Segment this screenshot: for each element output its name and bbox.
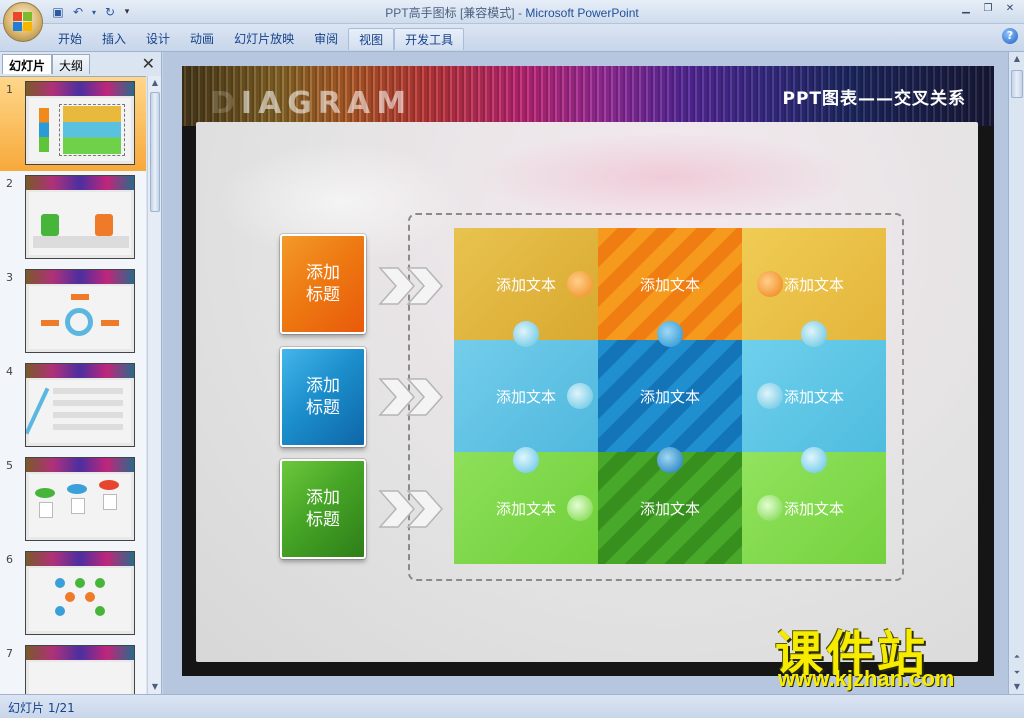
thumbnail-number: 7 — [6, 647, 13, 660]
thumbnail-number: 5 — [6, 459, 13, 472]
slides-panel: 幻灯片 大纲 ✕ 1 2 3 4 5 6 7 ▲ ▼ — [0, 52, 162, 694]
tab-view[interactable]: 视图 — [348, 28, 395, 50]
cell-text: 添加文本 — [639, 275, 700, 294]
row-label-text: 添加 标题 — [306, 263, 340, 305]
row-label-2[interactable]: 添加 标题 — [280, 347, 366, 447]
thumbnail-number: 2 — [6, 177, 13, 190]
scrollbar-thumb[interactable] — [150, 92, 160, 212]
previous-slide-icon[interactable]: ⏶ — [1009, 650, 1024, 664]
window-title: PPT高手图标 [兼容模式] - Microsoft PowerPoint — [0, 4, 1024, 21]
title-separator: - — [517, 6, 522, 20]
chevron-arrow-icon — [378, 378, 444, 416]
slide-title[interactable]: PPT图表——交叉关系 — [782, 84, 966, 109]
row-label-1[interactable]: 添加 标题 — [280, 234, 366, 334]
tab-outline[interactable]: 大纲 — [52, 54, 91, 74]
close-icon[interactable]: ✕ — [1000, 2, 1020, 16]
row-label-3[interactable]: 添加 标题 — [280, 459, 366, 559]
editor-scrollbar[interactable]: ▲ ⏶ ⏷ ▼ — [1008, 52, 1024, 694]
status-bar: 幻灯片 1/21 — [0, 694, 1024, 718]
row-label-text: 添加 标题 — [306, 376, 340, 418]
puzzle-knob — [757, 383, 783, 409]
banner-word: DIAGRAM — [210, 86, 413, 121]
panel-tabs: 幻灯片 大纲 — [2, 54, 91, 74]
restore-icon[interactable]: ❐ — [978, 2, 998, 16]
close-panel-icon[interactable]: ✕ — [142, 54, 155, 73]
thumbnail-slide-3[interactable]: 3 — [0, 265, 146, 359]
thumbnail-number: 4 — [6, 365, 13, 378]
thumbnail-image — [25, 175, 135, 259]
office-logo-icon — [13, 12, 33, 32]
scroll-down-icon[interactable]: ▼ — [148, 680, 162, 694]
scroll-down-icon[interactable]: ▼ — [1009, 680, 1024, 694]
cell-text: 添加文本 — [783, 275, 844, 294]
watermark-url: www.kjzhan.com — [778, 666, 955, 691]
cell-text: 添加文本 — [783, 499, 844, 518]
puzzle-knob — [567, 383, 593, 409]
puzzle-knob — [757, 495, 783, 521]
ribbon-tabs: 开始 插入 设计 动画 幻灯片放映 审阅 视图 开发工具 — [48, 28, 465, 50]
puzzle-knob — [567, 271, 593, 297]
minimize-icon[interactable]: ▁ — [956, 2, 976, 16]
row-label-text: 添加 标题 — [306, 488, 340, 530]
title-file: PPT高手图标 [兼容模式] — [385, 6, 515, 20]
puzzle-knob — [513, 447, 539, 473]
thumbnail-slide-7[interactable]: 7 — [0, 641, 146, 694]
thumbnail-number: 1 — [6, 83, 13, 96]
scroll-up-icon[interactable]: ▲ — [1009, 52, 1024, 66]
puzzle-knob — [657, 447, 683, 473]
cell-text: 添加文本 — [495, 499, 556, 518]
puzzle-knob — [801, 321, 827, 347]
title-bar: ▣ ↶ ▾ ↻ ▾ PPT高手图标 [兼容模式] - Microsoft Pow… — [0, 0, 1024, 24]
cell-text: 添加文本 — [639, 499, 700, 518]
puzzle-knob — [513, 321, 539, 347]
slide-counter: 幻灯片 1/21 — [8, 701, 75, 715]
chevron-arrow-icon — [378, 490, 444, 528]
thumbnail-slide-1[interactable]: 1 — [0, 77, 146, 171]
scrollbar-thumb[interactable] — [1011, 70, 1023, 98]
puzzle-knob — [801, 447, 827, 473]
thumbnail-number: 6 — [6, 553, 13, 566]
next-slide-icon[interactable]: ⏷ — [1009, 666, 1024, 680]
thumbnail-image — [25, 645, 135, 694]
slide-banner: DIAGRAM PPT图表——交叉关系 — [182, 66, 994, 126]
thumbnail-list: 1 2 3 4 5 6 7 — [0, 76, 146, 694]
thumbnail-slide-6[interactable]: 6 — [0, 547, 146, 641]
cell-text: 添加文本 — [495, 275, 556, 294]
tab-slides[interactable]: 幻灯片 — [2, 54, 53, 74]
cell-text: 添加文本 — [783, 387, 844, 406]
tab-review[interactable]: 审阅 — [304, 28, 348, 50]
cell-text: 添加文本 — [495, 387, 556, 406]
tab-developer[interactable]: 开发工具 — [394, 28, 465, 50]
thumbnail-image — [25, 551, 135, 635]
thumbnail-image — [25, 81, 135, 165]
title-app: Microsoft PowerPoint — [525, 6, 639, 20]
scroll-up-icon[interactable]: ▲ — [148, 76, 162, 90]
tab-animations[interactable]: 动画 — [180, 28, 224, 50]
ribbon: 开始 插入 设计 动画 幻灯片放映 审阅 视图 开发工具 ? — [0, 24, 1024, 52]
tab-home[interactable]: 开始 — [48, 28, 92, 50]
chevron-arrow-icon — [378, 267, 444, 305]
thumbnail-image — [25, 363, 135, 447]
tab-slideshow[interactable]: 幻灯片放映 — [224, 28, 304, 50]
thumbnail-slide-5[interactable]: 5 — [0, 453, 146, 547]
thumbnail-slide-2[interactable]: 2 — [0, 171, 146, 265]
puzzle-cell[interactable]: 添加文本 — [598, 340, 742, 452]
help-icon[interactable]: ? — [1002, 28, 1018, 44]
puzzle-knob — [757, 271, 783, 297]
puzzle-knob — [567, 495, 593, 521]
tab-design[interactable]: 设计 — [136, 28, 180, 50]
puzzle-knob — [657, 321, 683, 347]
thumbnail-image — [25, 457, 135, 541]
tab-insert[interactable]: 插入 — [92, 28, 136, 50]
cell-text: 添加文本 — [639, 387, 700, 406]
office-button[interactable] — [3, 2, 43, 42]
window-controls: ▁ ❐ ✕ — [956, 2, 1020, 16]
thumbnail-scrollbar[interactable]: ▲ ▼ — [147, 76, 161, 694]
thumbnail-image — [25, 269, 135, 353]
thumbnail-number: 3 — [6, 271, 13, 284]
thumbnail-slide-4[interactable]: 4 — [0, 359, 146, 453]
